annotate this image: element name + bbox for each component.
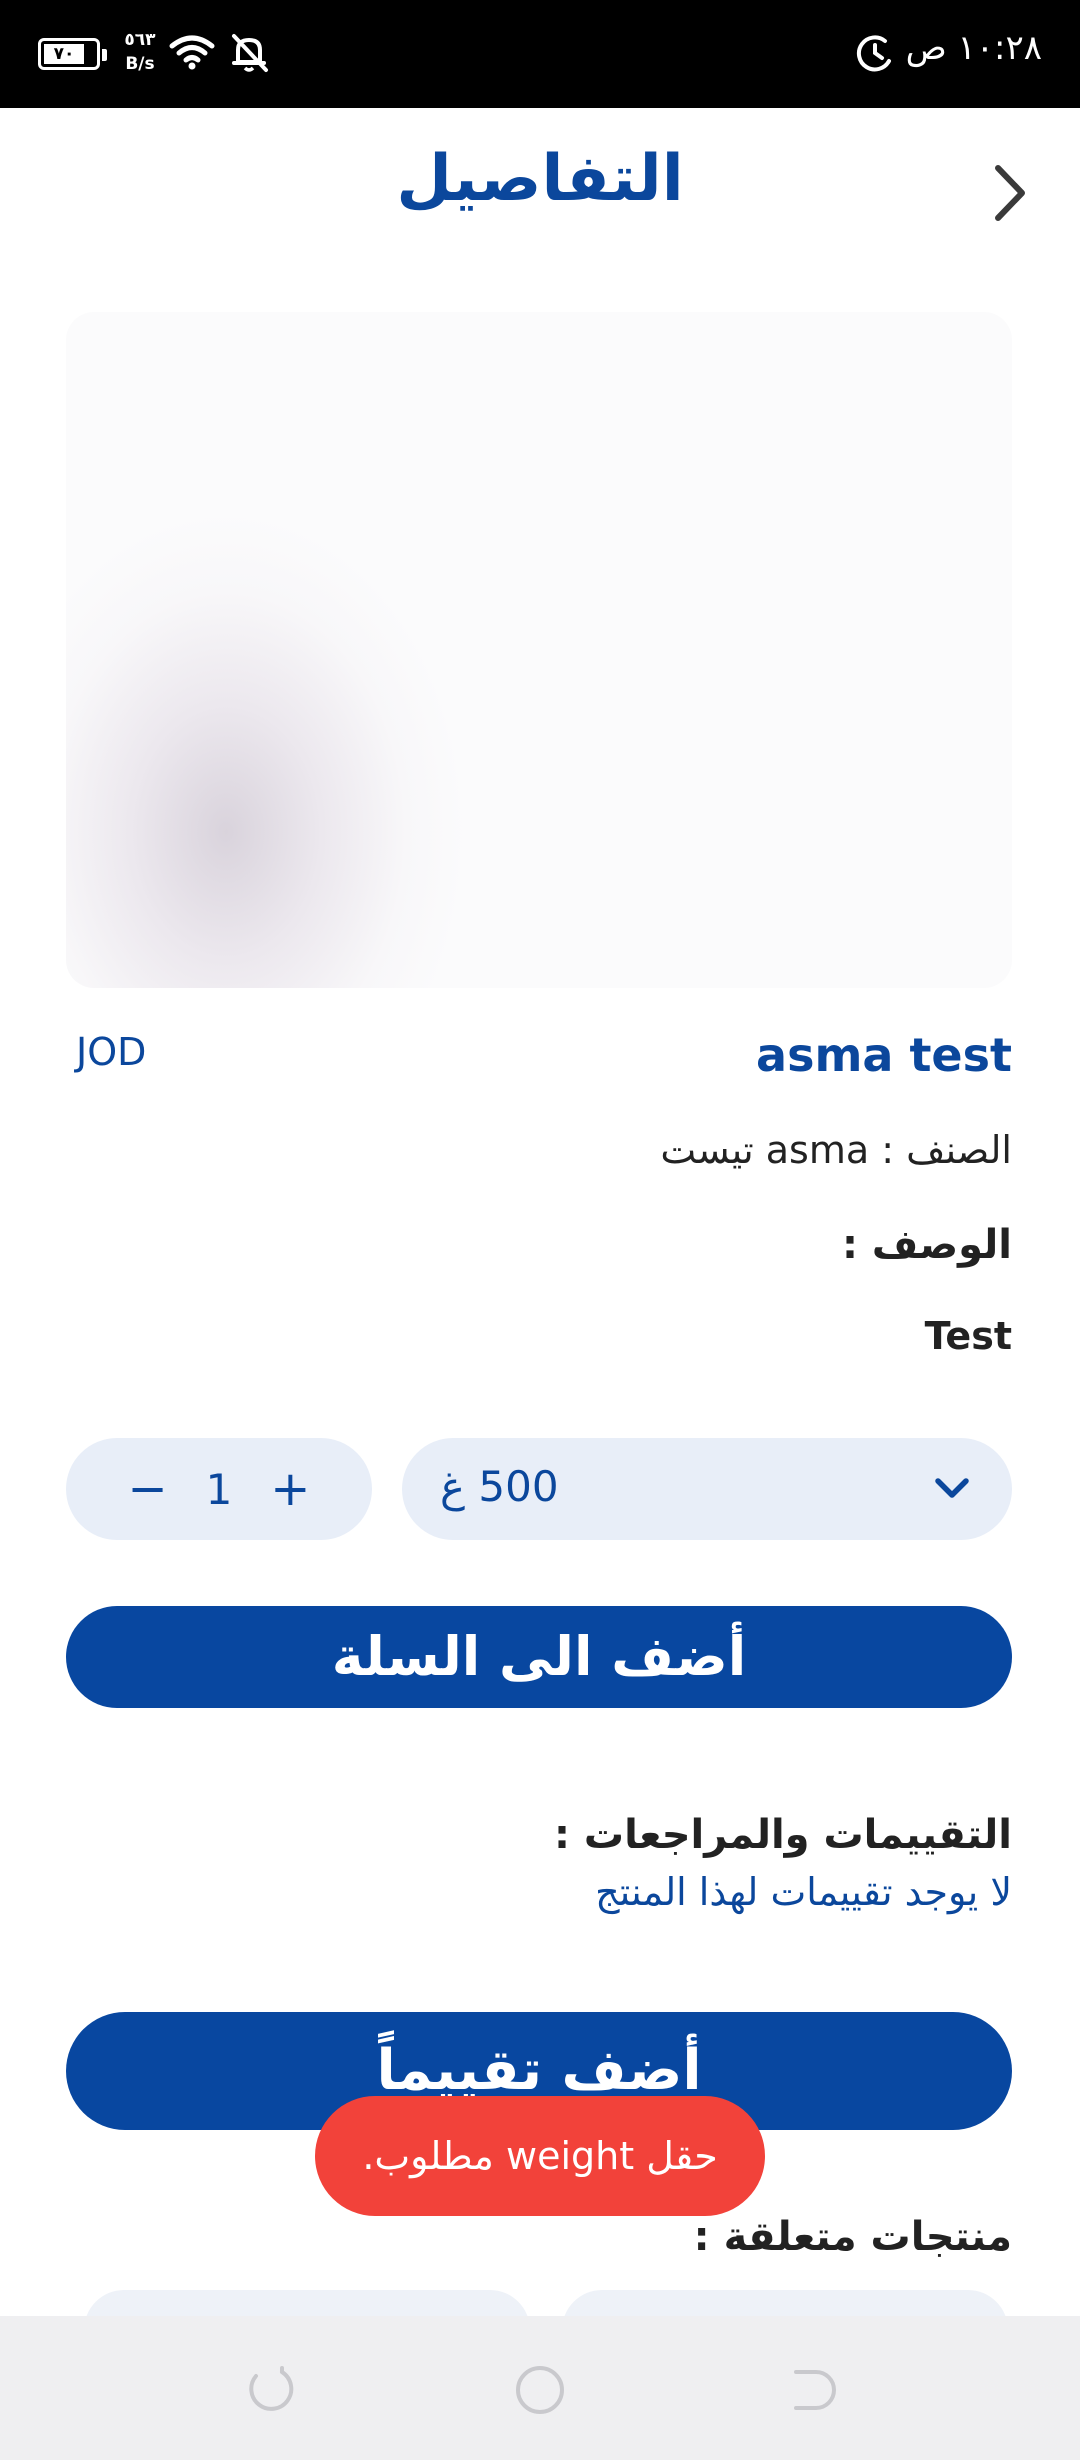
product-name: asma test (756, 1028, 1012, 1082)
back-nav-icon[interactable] (782, 2362, 838, 2418)
product-image (66, 312, 1012, 988)
quantity-increase-button[interactable]: + (268, 1465, 312, 1513)
reviews-heading: التقييمات والمراجعات : (553, 1812, 1012, 1858)
product-currency: JOD (76, 1030, 147, 1074)
error-toast: حقل weight مطلوب. (315, 2096, 765, 2216)
home-icon[interactable] (512, 2362, 568, 2418)
weight-select[interactable]: 500 غ (402, 1438, 1012, 1540)
chevron-down-icon (935, 1478, 969, 1498)
page-title: التفاصيل (396, 142, 684, 216)
status-bar: ٧٠ ٥٦٣ B/s ١٠:٢٨ ص (0, 0, 1080, 108)
weight-selected-value: 500 غ (440, 1462, 559, 1511)
wifi-icon (169, 35, 215, 70)
quantity-stepper: − 1 + (66, 1438, 372, 1540)
battery-icon: ٧٠ (38, 38, 107, 70)
network-speed-value: ٥٦٣ (124, 30, 156, 50)
data-saver-icon (856, 35, 891, 72)
battery-level: ٧٠ (44, 44, 84, 64)
back-button[interactable] (982, 158, 1038, 228)
system-nav-bar (0, 2316, 1080, 2460)
description-text: Test (924, 1314, 1012, 1358)
related-products-heading: منتجات متعلقة : (693, 2214, 1012, 2260)
status-time: ١٠:٢٨ ص (905, 28, 1042, 68)
notifications-off-icon (232, 34, 268, 72)
reviews-empty-text: لا يوجد تقييمات لهذا المنتج (595, 1870, 1012, 1914)
add-to-cart-button[interactable]: أضف الى السلة (66, 1606, 1012, 1708)
recent-apps-icon[interactable] (242, 2362, 298, 2418)
quantity-value: 1 (205, 1464, 233, 1514)
product-category: الصنف : asma تيست (660, 1128, 1012, 1172)
network-speed: ٥٦٣ B/s (118, 28, 162, 76)
description-label: الوصف : (841, 1222, 1012, 1268)
quantity-decrease-button[interactable]: − (126, 1465, 170, 1513)
chevron-right-icon (995, 165, 1025, 221)
network-speed-unit: B/s (125, 54, 155, 74)
